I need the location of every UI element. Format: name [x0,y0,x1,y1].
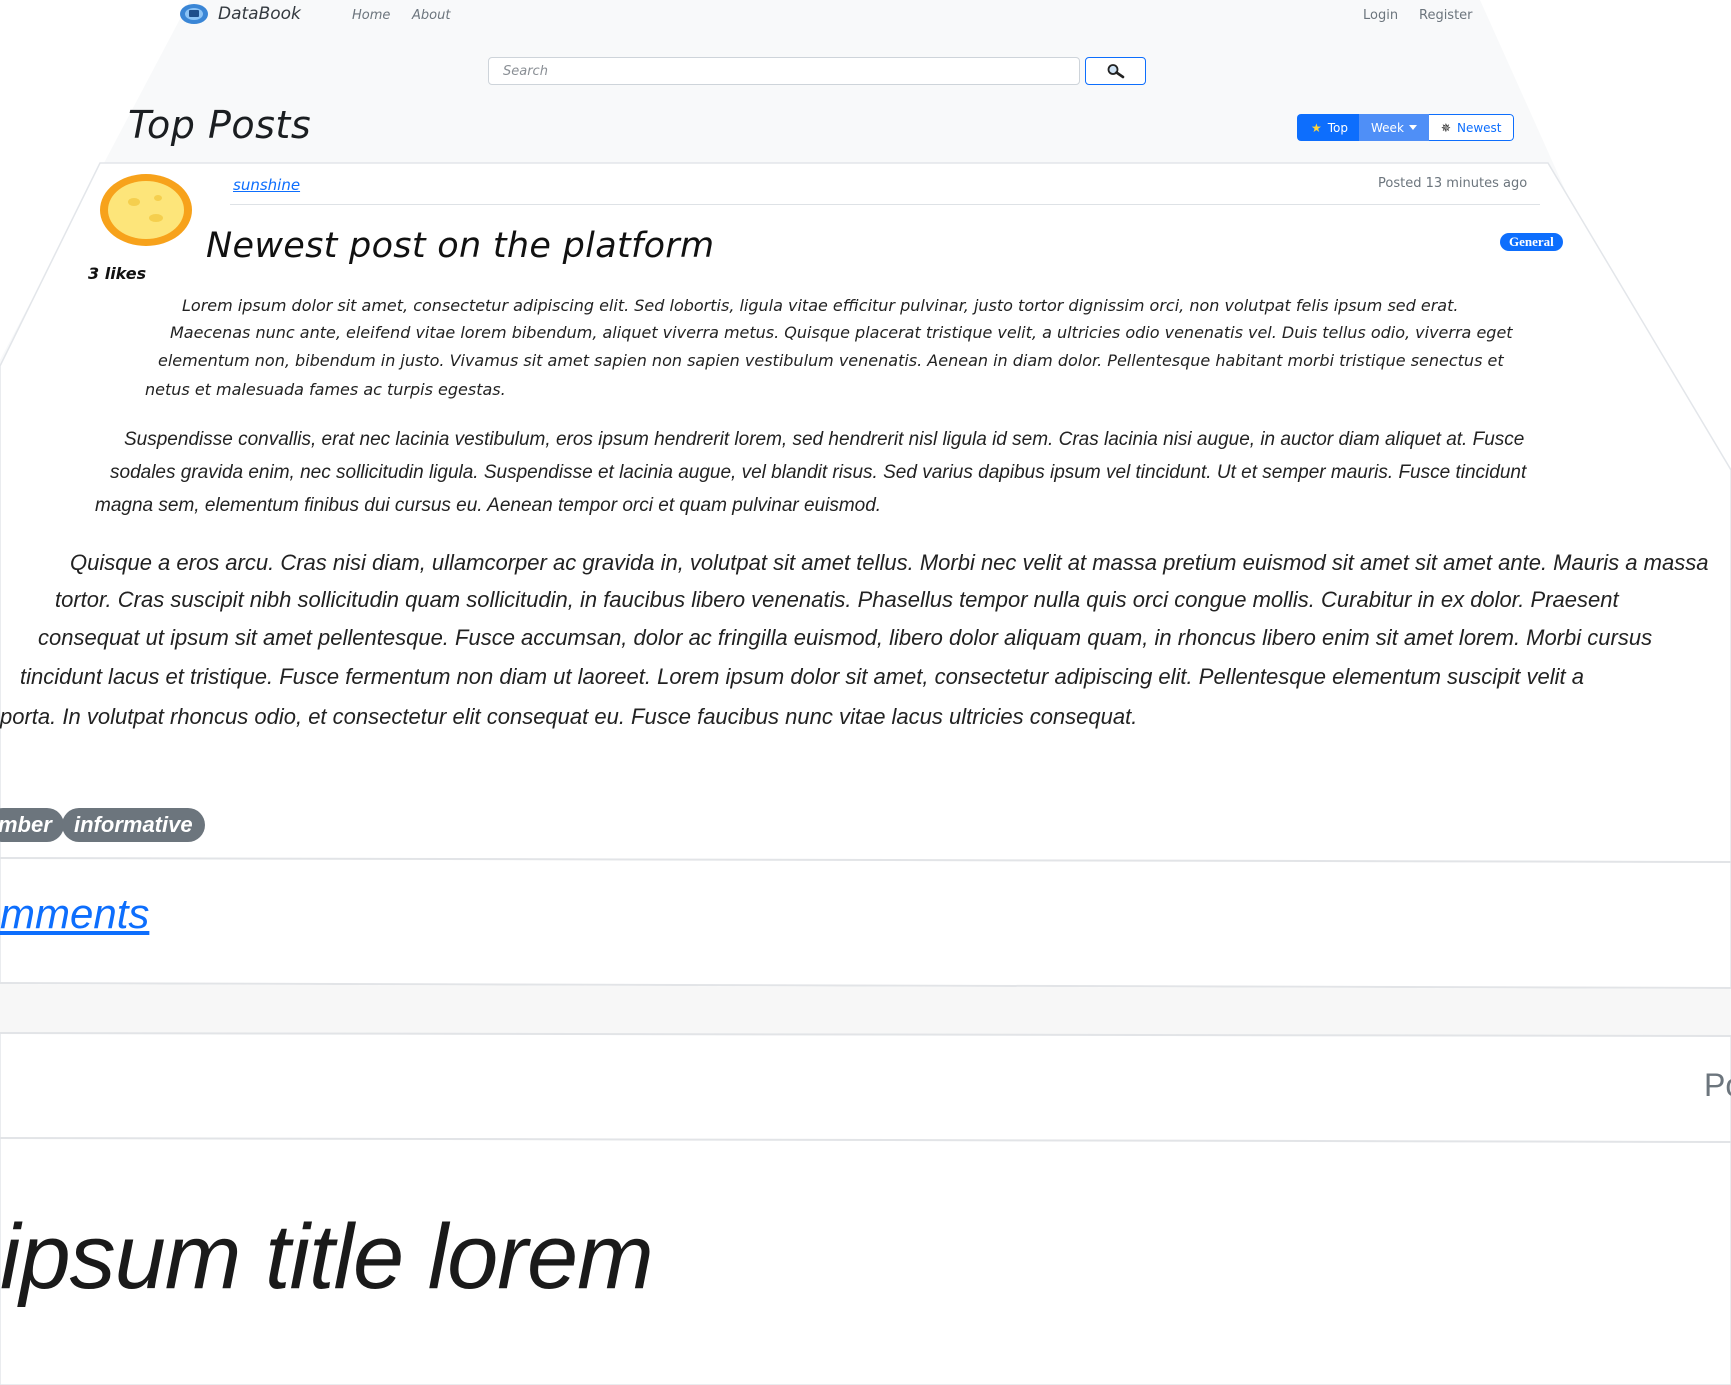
nav-home-link[interactable]: Home [352,8,390,23]
post-timestamp: Posted 13 minutes ago [1378,176,1528,191]
next-post-title[interactable]: ipsum title lorem [0,1205,654,1310]
search-icon [1107,64,1124,79]
post-header-divider [230,204,1540,205]
brand[interactable]: DataBook [178,2,301,26]
sun-avatar-icon [100,174,192,246]
tag-badge[interactable]: informative [62,808,205,842]
post-body-line: netus et malesuada fames ac turpis egest… [145,380,506,399]
star-icon: ★ [1311,120,1322,135]
post-body-line: porta. In volutpat rhoncus odio, et cons… [0,704,1138,729]
page-background [0,0,1731,1385]
sort-newest-label: Newest [1456,120,1502,135]
sort-week-dropdown[interactable]: Week [1359,114,1429,141]
tag-badge[interactable]: mber [0,808,64,842]
next-post-timestamp: Po [1704,1067,1731,1103]
post-body-line: magna sem, elementum finibus dui cursus … [95,495,882,516]
page-title: Top Posts [128,103,312,147]
category-badge[interactable]: General [1500,233,1563,251]
post-body-line: tortor. Cras suscipit nibh sollicitudin … [55,587,1619,612]
search-input[interactable]: Search [488,57,1080,85]
sort-top-button[interactable]: ★ Top [1297,114,1360,141]
post-body-line: Maecenas nunc ante, eleifend vitae lorem… [170,323,1513,342]
nav-about-link[interactable]: About [412,8,450,23]
chevron-down-icon [1408,125,1417,130]
post-body-line: Lorem ipsum dolor sit amet, consectetur … [182,296,1459,315]
sort-week-label: Week [1371,120,1404,135]
sort-newest-button[interactable]: ✵ Newest [1428,114,1515,141]
post-body-line: sodales gravida enim, nec sollicitudin l… [110,462,1527,483]
likes-count: 3 likes [88,264,147,283]
post-body-line: tincidunt lacus et tristique. Fusce ferm… [20,664,1584,689]
post-body-line: Suspendisse convallis, erat nec lacinia … [124,429,1525,450]
login-link[interactable]: Login [1363,8,1398,23]
sort-top-label: Top [1327,120,1349,135]
post-title[interactable]: Newest post on the platform [206,226,714,266]
comments-link[interactable]: mments [0,890,149,938]
register-link[interactable]: Register [1419,8,1473,23]
post-body-line: elementum non, bibendum in justo. Vivamu… [158,351,1504,370]
sort-button-group: ★ Top Week ✵ Newest [1297,114,1515,141]
search-button[interactable] [1085,57,1146,85]
post-author-link[interactable]: sunshine [233,176,300,194]
post-body-line: consequat ut ipsum sit amet pellentesque… [38,625,1653,650]
brand-name: DataBook [218,4,301,24]
post-body-line: Quisque a eros arcu. Cras nisi diam, ull… [70,550,1709,575]
databook-logo-icon [180,4,208,24]
sparkle-icon: ✵ [1440,120,1451,135]
